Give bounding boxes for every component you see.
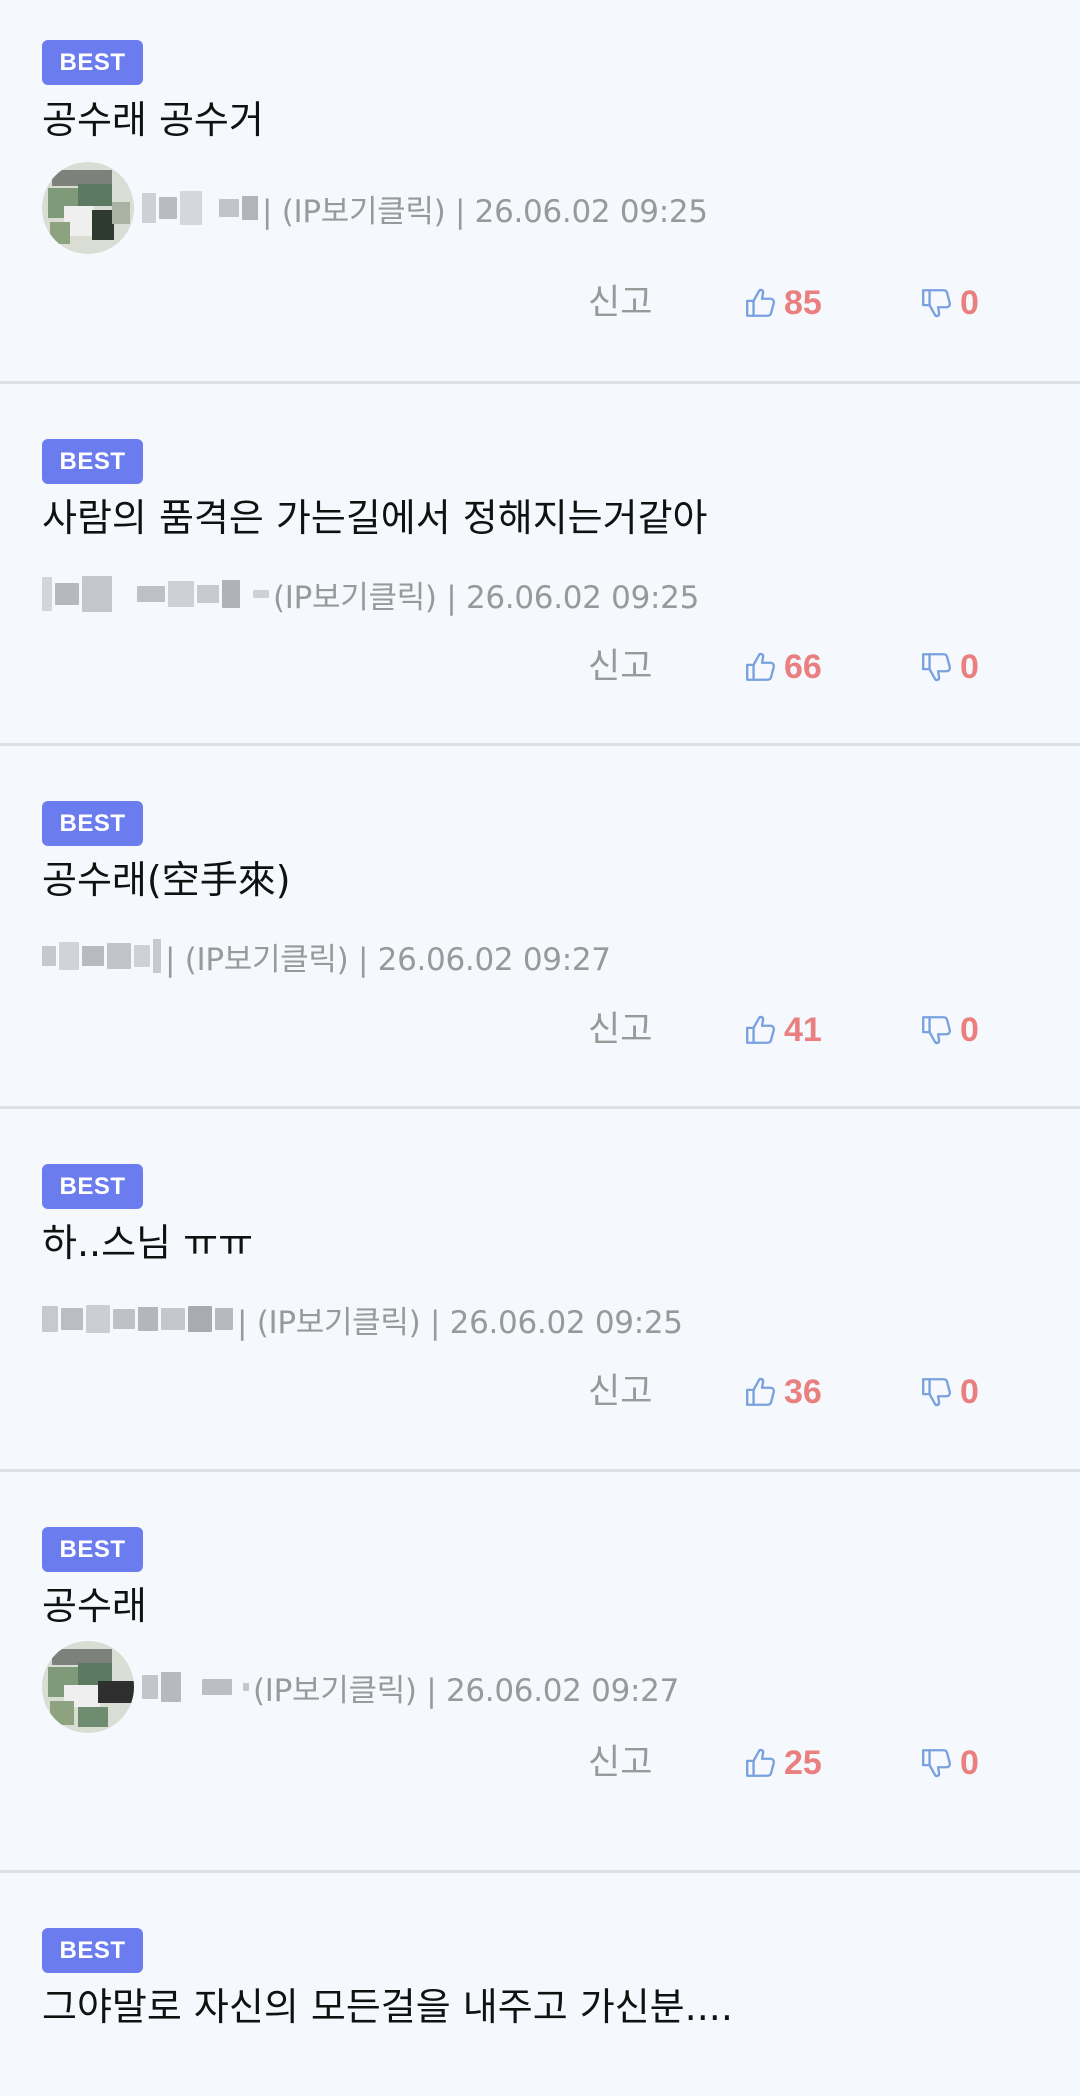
author-nickname[interactable]	[142, 190, 258, 226]
author-nickname[interactable]	[42, 938, 161, 974]
ip-and-date[interactable]: (IP보기클릭) | 26.06.02 09:25	[273, 572, 699, 617]
comment-text: 공수래	[42, 1584, 147, 1628]
dislike-button[interactable]: 0	[920, 273, 979, 333]
thumbs-up-icon	[744, 1375, 778, 1409]
comment-meta: | (IP보기클릭) | 26.06.02 09:25	[42, 162, 708, 254]
comment-item: BEST 사람의 품격은 가는길에서 정해지는거같아 (IP보기클릭) | 26…	[0, 384, 1080, 746]
author-nickname[interactable]	[42, 576, 269, 612]
comment-meta: (IP보기클릭) | 26.06.02 09:27	[42, 1641, 679, 1733]
comment-actions: 신고 36 0	[0, 1362, 1080, 1422]
comment-meta: | (IP보기클릭) | 26.06.02 09:27	[42, 916, 611, 996]
comment-text: 그야말로 자신의 모든걸을 내주고 가신분....	[42, 1985, 733, 2029]
comment-text: 공수래(空手來)	[42, 858, 291, 902]
comment-actions: 신고 25 0	[0, 1733, 1080, 1793]
report-button[interactable]: 신고	[588, 1362, 652, 1422]
thumbs-up-icon	[744, 1746, 778, 1780]
comment-item: BEST 공수래 (IP보기클릭) | 26.06.02 09:27 신고 25…	[0, 1472, 1080, 1873]
like-button[interactable]: 66	[744, 637, 822, 697]
ip-and-date[interactable]: | (IP보기클릭) | 26.06.02 09:27	[165, 934, 611, 979]
dislike-count: 0	[960, 1743, 979, 1782]
comment-item: BEST 하..스님 ㅠㅠ | (IP보기클릭) | 26.06.02 09:2…	[0, 1109, 1080, 1472]
user-avatar[interactable]	[42, 162, 134, 254]
thumbs-down-icon	[920, 286, 954, 320]
comment-meta: | (IP보기클릭) | 26.06.02 09:25	[42, 1279, 683, 1359]
comment-actions: 신고 66 0	[0, 637, 1080, 697]
like-count: 25	[784, 1743, 822, 1782]
like-button[interactable]: 85	[744, 273, 822, 333]
ip-and-date[interactable]: | (IP보기클릭) | 26.06.02 09:25	[262, 186, 708, 231]
comment-text: 공수래 공수거	[42, 98, 264, 142]
like-button[interactable]: 36	[744, 1362, 822, 1422]
dislike-count: 0	[960, 1372, 979, 1411]
best-badge: BEST	[42, 1527, 143, 1572]
report-button[interactable]: 신고	[588, 273, 652, 333]
dislike-count: 0	[960, 647, 979, 686]
dislike-button[interactable]: 0	[920, 1733, 979, 1793]
like-count: 66	[784, 647, 822, 686]
best-badge: BEST	[42, 1928, 143, 1973]
comment-item: BEST 그야말로 자신의 모든걸을 내주고 가신분....	[0, 1873, 1080, 2096]
best-badge: BEST	[42, 439, 143, 484]
like-count: 41	[784, 1010, 822, 1049]
comment-text: 하..스님 ㅠㅠ	[42, 1221, 254, 1265]
thumbs-up-icon	[744, 650, 778, 684]
report-button[interactable]: 신고	[588, 637, 652, 697]
dislike-count: 0	[960, 283, 979, 322]
thumbs-down-icon	[920, 1013, 954, 1047]
comment-actions: 신고 41 0	[0, 1000, 1080, 1060]
like-button[interactable]: 25	[744, 1733, 822, 1793]
comment-meta: (IP보기클릭) | 26.06.02 09:25	[42, 554, 699, 634]
dislike-button[interactable]: 0	[920, 637, 979, 697]
like-count: 36	[784, 1372, 822, 1411]
thumbs-down-icon	[920, 1746, 954, 1780]
report-button[interactable]: 신고	[588, 1733, 652, 1793]
user-avatar[interactable]	[42, 1641, 134, 1733]
comment-item: BEST 공수래 공수거 | (IP보기클릭) | 26.06.02 09:25	[0, 0, 1080, 384]
best-badge: BEST	[42, 1164, 143, 1209]
dislike-button[interactable]: 0	[920, 1362, 979, 1422]
comment-actions: 신고 85 0	[0, 273, 1080, 333]
author-nickname[interactable]	[142, 1669, 249, 1705]
thumbs-down-icon	[920, 650, 954, 684]
ip-and-date[interactable]: (IP보기클릭) | 26.06.02 09:27	[253, 1665, 679, 1710]
like-count: 85	[784, 283, 822, 322]
like-button[interactable]: 41	[744, 1000, 822, 1060]
thumbs-up-icon	[744, 286, 778, 320]
best-badge: BEST	[42, 40, 143, 85]
dislike-button[interactable]: 0	[920, 1000, 979, 1060]
comment-item: BEST 공수래(空手來) | (IP보기클릭) | 26.06.02 09:2…	[0, 746, 1080, 1109]
thumbs-up-icon	[744, 1013, 778, 1047]
dislike-count: 0	[960, 1010, 979, 1049]
comment-text: 사람의 품격은 가는길에서 정해지는거같아	[42, 496, 708, 540]
comment-list: BEST 공수래 공수거 | (IP보기클릭) | 26.06.02 09:25	[0, 0, 1080, 2096]
ip-and-date[interactable]: | (IP보기클릭) | 26.06.02 09:25	[237, 1297, 683, 1342]
thumbs-down-icon	[920, 1375, 954, 1409]
best-badge: BEST	[42, 801, 143, 846]
report-button[interactable]: 신고	[588, 1000, 652, 1060]
author-nickname[interactable]	[42, 1301, 233, 1337]
